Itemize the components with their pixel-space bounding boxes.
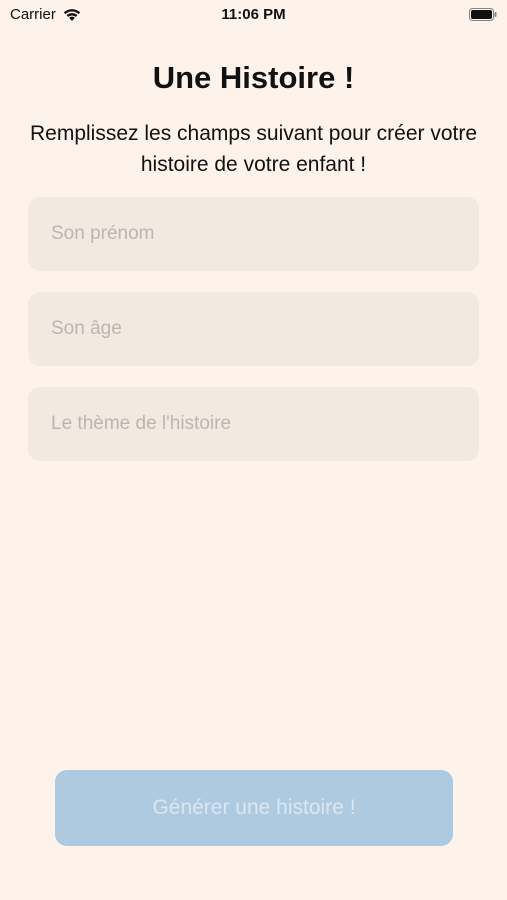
theme-field[interactable] [28,387,479,461]
clock: 11:06 PM [221,6,286,23]
theme-input[interactable] [49,412,479,436]
page-subtitle: Remplissez les champs suivant pour créer… [30,122,478,176]
age-input[interactable] [49,317,479,341]
page-title: Une Histoire ! [152,60,355,95]
battery-icon [469,8,497,21]
first-name-input[interactable] [49,222,479,246]
age-field[interactable] [28,292,479,366]
first-name-field[interactable] [28,197,479,271]
generate-story-button[interactable]: Générer une histoire ! [55,770,453,846]
status-bar: Carrier 11:06 PM [0,0,507,30]
